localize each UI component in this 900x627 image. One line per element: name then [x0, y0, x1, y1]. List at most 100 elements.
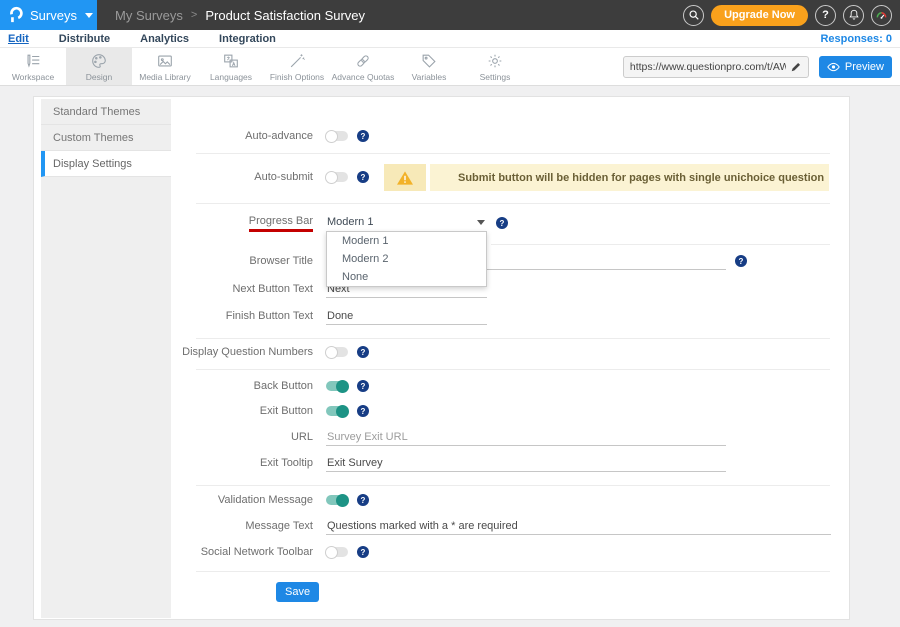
gauge-icon — [875, 9, 888, 22]
finish-button-text-row: Finish Button Text — [171, 305, 850, 327]
responses-count[interactable]: Responses: 0 — [820, 33, 892, 45]
progress-bar-value: Modern 1 — [327, 216, 373, 228]
dropdown-option-modern-2[interactable]: Modern 2 — [327, 250, 486, 268]
browser-title-label: Browser Title — [171, 255, 313, 267]
advance-quotas-icon — [354, 52, 372, 70]
breadcrumb: My Surveys > Product Satisfaction Survey — [115, 8, 365, 23]
exit-url-input[interactable] — [326, 429, 726, 446]
exit-button-toggle[interactable] — [326, 406, 348, 416]
exit-button-row: Exit Button ? — [171, 400, 850, 422]
progress-bar-help-icon[interactable]: ? — [496, 217, 508, 229]
back-button-help-icon[interactable]: ? — [357, 380, 369, 392]
display-question-numbers-toggle[interactable] — [326, 347, 348, 357]
auto-advance-row: Auto-advance ? — [171, 125, 850, 147]
tab-edit[interactable]: Edit — [8, 33, 29, 45]
sidebar-item-custom-themes[interactable]: Custom Themes — [41, 125, 171, 151]
auto-submit-toggle[interactable] — [326, 172, 348, 182]
notifications-button[interactable] — [843, 5, 864, 26]
variables-icon — [420, 52, 438, 70]
breadcrumb-my-surveys[interactable]: My Surveys — [115, 8, 183, 23]
survey-url-box[interactable]: https://www.questionpro.com/t/AW22Zh44 — [623, 56, 809, 78]
product-name: Surveys — [30, 8, 77, 23]
help-button[interactable]: ? — [815, 5, 836, 26]
exit-button-help-icon[interactable]: ? — [357, 405, 369, 417]
surveys-product-menu[interactable]: Surveys — [0, 0, 97, 30]
design-settings-card: Standard Themes Custom Themes Display Se… — [33, 96, 850, 620]
toolbar-item-media-library[interactable]: Media Library — [132, 48, 198, 85]
divider — [196, 369, 830, 370]
finish-button-text-label: Finish Button Text — [171, 310, 313, 322]
search-button[interactable] — [683, 5, 704, 26]
toolbar-item-languages[interactable]: Languages — [198, 48, 264, 85]
toolbar-item-design[interactable]: Design — [66, 48, 132, 85]
survey-title: Product Satisfaction Survey — [205, 8, 365, 23]
divider — [196, 338, 830, 339]
upgrade-now-button[interactable]: Upgrade Now — [711, 5, 808, 26]
dropdown-option-modern-1[interactable]: Modern 1 — [327, 232, 486, 250]
exit-tooltip-label: Exit Tooltip — [171, 457, 313, 469]
toolbar-item-advance-quotas[interactable]: Advance Quotas — [330, 48, 396, 85]
auto-submit-help-icon[interactable]: ? — [357, 171, 369, 183]
social-network-toolbar-help-icon[interactable]: ? — [357, 546, 369, 558]
media-library-icon — [156, 52, 174, 70]
chevron-down-icon — [477, 220, 485, 225]
progress-bar-select[interactable]: Modern 1 — [326, 214, 487, 232]
bell-icon — [848, 9, 860, 21]
usage-meter-button[interactable] — [871, 5, 892, 26]
exit-url-label: URL — [171, 431, 313, 443]
save-button[interactable]: Save — [276, 582, 319, 602]
chevron-down-icon — [85, 13, 93, 18]
message-text-label: Message Text — [171, 520, 313, 532]
tab-integration[interactable]: Integration — [219, 33, 276, 45]
social-network-toolbar-label: Social Network Toolbar — [171, 546, 313, 558]
message-text-input[interactable] — [326, 518, 831, 535]
auto-submit-warning: Submit button will be hidden for pages w… — [384, 164, 829, 191]
finish-options-icon — [288, 52, 306, 70]
eye-icon — [827, 62, 840, 72]
progress-bar-label: Progress Bar — [249, 215, 313, 232]
warning-triangle-icon — [396, 170, 414, 186]
tab-analytics[interactable]: Analytics — [140, 33, 189, 45]
toolbar-item-finish-options[interactable]: Finish Options — [264, 48, 330, 85]
browser-title-row: Browser Title ? — [171, 250, 850, 272]
sidebar-item-display-settings[interactable]: Display Settings — [41, 151, 171, 177]
exit-url-row: URL — [171, 426, 850, 448]
back-button-toggle[interactable] — [326, 381, 348, 391]
toolbar-item-variables[interactable]: Variables — [396, 48, 462, 85]
warning-text: Submit button will be hidden for pages w… — [430, 164, 829, 191]
browser-title-help-icon[interactable]: ? — [735, 255, 747, 267]
auto-submit-label: Auto-submit — [171, 171, 313, 183]
validation-message-toggle[interactable] — [326, 495, 348, 505]
dropdown-option-none[interactable]: None — [327, 268, 486, 286]
exit-tooltip-input[interactable] — [326, 455, 726, 472]
tab-distribute[interactable]: Distribute — [59, 33, 110, 45]
toolbar-item-workspace[interactable]: Workspace — [0, 48, 66, 85]
warning-icon-cell — [384, 164, 426, 191]
progress-bar-row: Progress Bar Modern 1 ? — [171, 212, 850, 234]
display-question-numbers-help-icon[interactable]: ? — [357, 346, 369, 358]
finish-button-text-input[interactable] — [326, 308, 487, 325]
progress-bar-dropdown: Modern 1 Modern 2 None — [326, 231, 487, 287]
validation-message-help-icon[interactable]: ? — [357, 494, 369, 506]
settings-icon — [486, 52, 504, 70]
survey-nav: Edit Distribute Analytics Integration Re… — [0, 30, 900, 48]
topbar-actions: Upgrade Now ? — [683, 5, 900, 26]
toolbar-item-settings[interactable]: Settings — [462, 48, 528, 85]
workspace-icon — [24, 52, 42, 70]
preview-button[interactable]: Preview — [819, 56, 892, 78]
auto-advance-toggle[interactable] — [326, 131, 348, 141]
exit-tooltip-row: Exit Tooltip — [171, 452, 850, 474]
design-sidebar: Standard Themes Custom Themes Display Se… — [41, 99, 171, 618]
toolbar-right: https://www.questionpro.com/t/AW22Zh44 P… — [623, 48, 900, 85]
divider — [196, 203, 830, 204]
social-network-toolbar-toggle[interactable] — [326, 547, 348, 557]
auto-advance-help-icon[interactable]: ? — [357, 130, 369, 142]
display-question-numbers-label: Display Question Numbers — [171, 346, 313, 358]
display-question-numbers-row: Display Question Numbers ? — [171, 341, 850, 363]
edit-url-icon[interactable] — [790, 61, 802, 73]
back-button-row: Back Button ? — [171, 375, 850, 397]
question-mark-icon: ? — [822, 9, 829, 21]
divider — [196, 485, 830, 486]
sidebar-item-standard-themes[interactable]: Standard Themes — [41, 99, 171, 125]
design-toolbar: Workspace Design Media Library Languages… — [0, 48, 900, 86]
